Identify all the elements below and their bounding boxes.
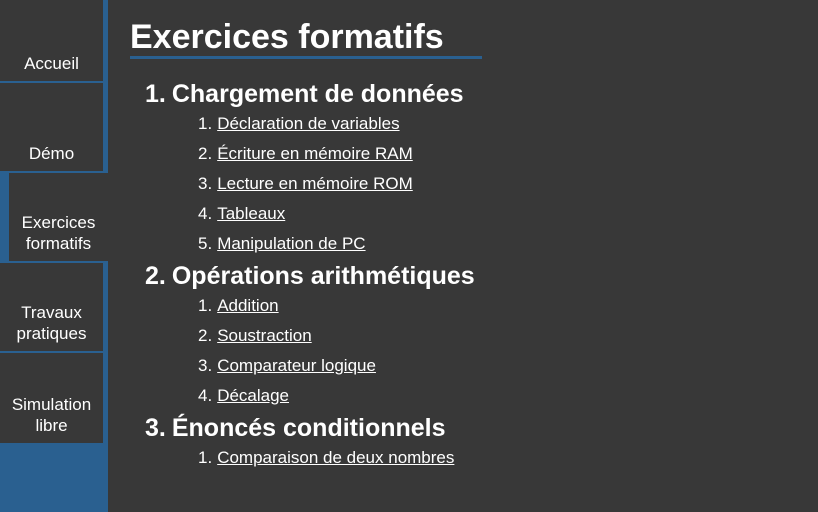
main-content: Exercices formatifs 1. Chargement de donn…	[130, 0, 810, 473]
section-title: 2. Opérations arithmétiques	[130, 261, 810, 291]
section-number: 2.	[145, 262, 166, 290]
section-operations-arithmetiques: 2. Opérations arithmétiques 1. Addition 2.…	[130, 261, 810, 411]
list-item: 1. Addition	[130, 291, 810, 321]
exercise-link-decalage[interactable]: Décalage	[217, 386, 289, 406]
item-number: 1.	[198, 296, 213, 315]
nav-item-exercices-formatifs[interactable]: Exercices formatifs	[9, 173, 108, 263]
section-number: 3.	[145, 414, 166, 442]
section-title: 1. Chargement de données	[130, 79, 810, 109]
item-number: 1.	[198, 448, 213, 467]
item-number: 2.	[198, 326, 213, 345]
item-number: 4.	[198, 204, 213, 223]
exercise-link-comparaison-de-deux-nombres[interactable]: Comparaison de deux nombres	[217, 448, 454, 468]
list-item: 1. Comparaison de deux nombres	[130, 443, 810, 473]
list-item: 1. Déclaration de variables	[130, 109, 810, 139]
list-item: 5. Manipulation de PC	[130, 229, 810, 259]
section-title-text: Opérations arithmétiques	[171, 262, 475, 290]
list-item: 2. Écriture en mémoire RAM	[130, 139, 810, 169]
nav-item-label: Exercices formatifs	[21, 213, 96, 253]
item-number: 1.	[198, 114, 213, 133]
list-item: 2. Soustraction	[130, 321, 810, 351]
section-number: 1.	[145, 80, 166, 108]
exercise-list: 1. Addition 2. Soustraction 3. Comparateur …	[130, 291, 810, 411]
nav-item-label: Travaux pratiques	[16, 303, 87, 343]
nav-item-travaux-pratiques[interactable]: Travaux pratiques	[0, 263, 105, 353]
section-title: 3. Énoncés conditionnels	[130, 413, 810, 443]
item-number: 2.	[198, 144, 213, 163]
sidebar: Accueil Démo Exercices formatifs Travaux…	[0, 0, 108, 512]
exercise-link-manipulation-de-pc[interactable]: Manipulation de PC	[217, 234, 365, 254]
page-title: Exercices formatifs	[130, 0, 482, 59]
item-number: 5.	[198, 234, 213, 253]
section-title-text: Chargement de données	[171, 80, 464, 108]
list-item: 3. Comparateur logique	[130, 351, 810, 381]
nav-item-label: Accueil	[24, 54, 79, 73]
exercise-link-comparateur-logique[interactable]: Comparateur logique	[217, 356, 376, 376]
exercise-list: 1. Comparaison de deux nombres	[130, 443, 810, 473]
exercise-link-soustraction[interactable]: Soustraction	[217, 326, 312, 346]
list-item: 4. Décalage	[130, 381, 810, 411]
item-number: 4.	[198, 386, 213, 405]
list-item: 3. Lecture en mémoire ROM	[130, 169, 810, 199]
item-number: 3.	[198, 174, 213, 193]
exercise-link-tableaux[interactable]: Tableaux	[217, 204, 285, 224]
nav-item-label: Simulation libre	[11, 395, 92, 435]
exercise-link-ecriture-memoire-ram[interactable]: Écriture en mémoire RAM	[217, 144, 413, 164]
exercise-link-addition[interactable]: Addition	[217, 296, 278, 316]
section-enonces-conditionnels: 3. Énoncés conditionnels 1. Comparaison de…	[130, 413, 810, 473]
exercise-list: 1. Déclaration de variables 2. Écriture en…	[130, 109, 810, 259]
section-title-text: Énoncés conditionnels	[171, 414, 446, 442]
exercise-link-declaration-de-variables[interactable]: Déclaration de variables	[217, 114, 399, 134]
nav-item-label: Démo	[28, 144, 75, 163]
exercise-link-lecture-memoire-rom[interactable]: Lecture en mémoire ROM	[217, 174, 413, 194]
item-number: 3.	[198, 356, 213, 375]
nav-item-demo[interactable]: Démo	[0, 83, 105, 173]
list-item: 4. Tableaux	[130, 199, 810, 229]
nav-item-accueil[interactable]: Accueil	[0, 0, 105, 83]
section-chargement-de-donnees: 1. Chargement de données 1. Déclaration de…	[130, 79, 810, 259]
nav-item-simulation-libre[interactable]: Simulation libre	[0, 353, 105, 443]
